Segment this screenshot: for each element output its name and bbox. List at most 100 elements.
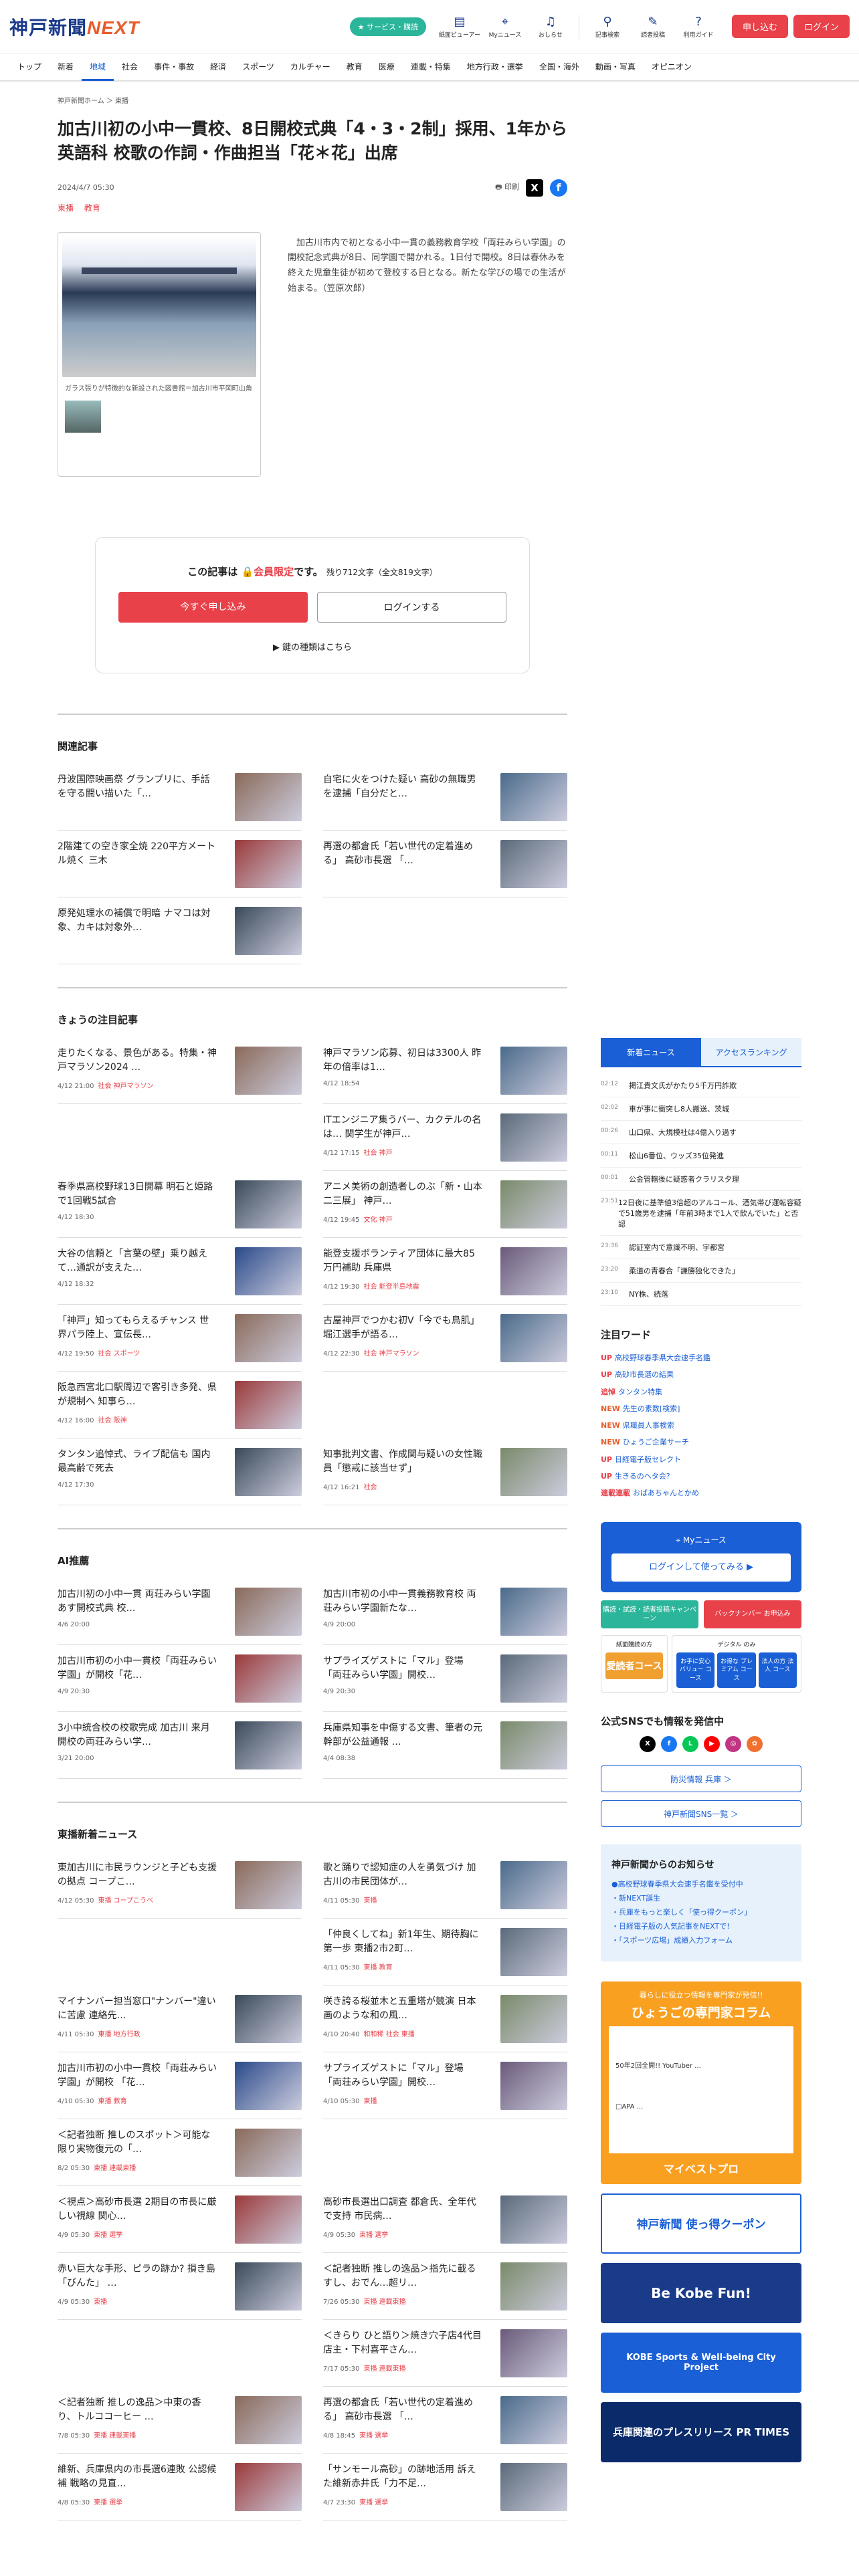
item-thumbnail[interactable] xyxy=(500,1447,567,1496)
sidebar-banner[interactable]: KOBE Sports & Well-being City Project xyxy=(601,2332,801,2393)
list-item[interactable]: ＜記者独断 推しの逸品＞中東の香り、トルココーヒー … 7/8 05:30 東播 連… xyxy=(58,2387,302,2454)
list-item[interactable]: 赤い巨大な手形、ピラの跡か? 損き島「びんた」 … 4/9 05:30 東播 xyxy=(58,2253,302,2320)
list-item[interactable]: 「サンモール高砂」の跡地活用 訴えた維新赤井氏「力不足… 4/7 23:30 東播 … xyxy=(323,2454,567,2520)
item-thumbnail[interactable] xyxy=(235,1180,302,1228)
my-news-login-button[interactable]: ログインして使ってみる ▶ xyxy=(611,1553,791,1582)
list-item[interactable]: ＜記者独断 推しの逸品＞指先に載るすし、おでん…超リ… 7/26 05:30 東播 … xyxy=(323,2253,567,2320)
item-thumbnail[interactable] xyxy=(235,2395,302,2444)
plan-premium[interactable]: お得な プレミアム コース xyxy=(717,1652,756,1689)
item-thumbnail[interactable] xyxy=(500,1927,567,1976)
tag[interactable]: 東播 xyxy=(58,203,74,213)
list-item[interactable]: サプライズゲストに「マル」登場 「両荘みらい学園」開校… 4/10 05:30 東播 xyxy=(323,2052,567,2119)
nav-item[interactable]: 全国・海外 xyxy=(531,53,587,81)
tab-access-ranking[interactable]: アクセスランキング xyxy=(701,1038,801,1067)
login-button[interactable]: ログイン xyxy=(793,15,850,38)
photo-thumbnail[interactable] xyxy=(65,400,101,433)
header-icon-button[interactable]: ▤ 紙面ビューアー xyxy=(438,15,481,39)
list-item[interactable]: 能登支援ボランティア団体に最大85万円補助 兵庫県 4/12 19:30 社会 能登… xyxy=(323,1238,567,1305)
item-thumbnail[interactable] xyxy=(235,1380,302,1429)
keyword-item[interactable]: UP 高砂市長選の結果 xyxy=(601,1366,801,1383)
nav-item[interactable]: 地域 xyxy=(82,53,114,81)
list-item[interactable]: 歌と踊りで認知症の人を勇気づけ 加古川の市民団体が… 4/11 05:30 東播 xyxy=(323,1852,567,1919)
sidebar-banner[interactable]: Be Kobe Fun! xyxy=(601,2262,801,2323)
side-news-item[interactable]: 23:51 12日夜に基準値3倍超のアルコール、酒気帯び運転容疑で51歳男を逮捕「… xyxy=(601,1191,801,1236)
keyword-item[interactable]: UP 高校野球春季県大会速手名鑑 xyxy=(601,1350,801,1366)
item-thumbnail[interactable] xyxy=(235,1860,302,1909)
list-item[interactable]: 加古川市初の小中一貫校「両荘みらい学園」が開校「花… 4/9 20:30 xyxy=(58,1645,302,1712)
item-thumbnail[interactable] xyxy=(235,1994,302,2043)
header-icon-button[interactable]: ♫ おしらせ xyxy=(529,15,572,39)
list-item[interactable]: ＜記者独断 推しのスポット＞可能な限り実物復元の「… 8/2 05:30 東播 連載… xyxy=(58,2119,302,2186)
item-thumbnail[interactable] xyxy=(235,2195,302,2244)
list-item[interactable]: 2階建ての空き家全焼 220平方メートル焼く 三木 xyxy=(58,831,302,897)
item-thumbnail[interactable] xyxy=(500,2395,567,2444)
nav-item[interactable]: スポーツ xyxy=(234,53,282,81)
item-thumbnail[interactable] xyxy=(235,1587,302,1636)
facebook-icon[interactable]: f xyxy=(661,1736,677,1753)
x-icon[interactable]: X xyxy=(640,1736,656,1753)
keyword-item[interactable]: UP 日経電子版セレクト xyxy=(601,1451,801,1468)
item-thumbnail[interactable] xyxy=(500,1721,567,1769)
item-thumbnail[interactable] xyxy=(235,2462,302,2511)
list-item[interactable]: 咲き誇る桜並木と五重塔が競演 日本画のような和の風… 4/10 20:40 和和稀 … xyxy=(323,1985,567,2052)
keyword-item[interactable]: 連載連載 おばあちゃんとかめ xyxy=(601,1485,801,1501)
item-thumbnail[interactable] xyxy=(500,1994,567,2043)
youtube-icon[interactable]: ▶ xyxy=(704,1736,720,1753)
plan-value[interactable]: お手に安心 バリュー コース xyxy=(676,1652,715,1689)
list-item[interactable]: 「神戸」知ってもらえるチャンス 世界パラ陸上、宣伝長… 4/12 19:50 社会 … xyxy=(58,1305,302,1372)
nav-item[interactable]: 地方行政・選挙 xyxy=(459,53,531,81)
item-thumbnail[interactable] xyxy=(500,2462,567,2511)
nav-item[interactable]: 連載・特集 xyxy=(403,53,459,81)
item-thumbnail[interactable] xyxy=(500,1247,567,1295)
item-thumbnail[interactable] xyxy=(235,1721,302,1769)
note-icon[interactable]: ✿ xyxy=(747,1736,763,1753)
nav-item[interactable]: トップ xyxy=(9,53,50,81)
side-news-item[interactable]: 23:10 NY株、続落 xyxy=(601,1283,801,1306)
list-item[interactable]: 自宅に火をつけた疑い 高砂の無職男を逮捕「自分だと… xyxy=(323,764,567,831)
item-thumbnail[interactable] xyxy=(500,1587,567,1636)
breadcrumb[interactable]: 神戸新聞ホーム ＞ 東播 xyxy=(58,82,567,117)
header-icon-button[interactable]: ⚲ 記事検索 xyxy=(586,15,629,39)
service-button[interactable]: ★ サービス・購読 xyxy=(349,17,426,36)
item-thumbnail[interactable] xyxy=(500,1113,567,1162)
nav-item[interactable]: オピニオン xyxy=(644,53,700,81)
item-thumbnail[interactable] xyxy=(235,839,302,888)
list-item[interactable]: 「仲良くしてね」新1年生、期待胸に第一歩 東播2市2町… 4/11 05:30 東播… xyxy=(323,1919,567,1985)
apply-button[interactable]: 今すぐ申し込み xyxy=(118,591,308,623)
item-thumbnail[interactable] xyxy=(500,1654,567,1703)
header-icon-button[interactable]: ? 利用ガイド xyxy=(677,15,720,39)
plan-corporate[interactable]: 法人の方 法人 コース xyxy=(758,1652,797,1689)
sidebar-banner[interactable]: 兵庫関連のプレスリリース PR TIMES xyxy=(601,2401,801,2462)
item-thumbnail[interactable] xyxy=(500,2329,567,2377)
paywall-login-button[interactable]: ログインする xyxy=(316,591,506,623)
item-thumbnail[interactable] xyxy=(500,2061,567,2110)
notice-item[interactable]: ・「スポーツ広場」成績入力フォーム xyxy=(611,1934,791,1948)
nav-item[interactable]: 動画・写真 xyxy=(587,53,644,81)
side-news-item[interactable]: 23:36 認証室内で意識不明、宇都宮 xyxy=(601,1236,801,1259)
item-thumbnail[interactable] xyxy=(235,1313,302,1362)
key-types-link[interactable]: ▶ 鍵の種類はこちら xyxy=(118,640,506,653)
header-icon-button[interactable]: ✎ 読者投稿 xyxy=(632,15,674,39)
signup-button[interactable]: 申し込む xyxy=(731,15,788,38)
item-thumbnail[interactable] xyxy=(500,2195,567,2244)
nav-item[interactable]: 経済 xyxy=(202,53,234,81)
item-thumbnail[interactable] xyxy=(235,1447,302,1496)
notice-item[interactable]: ・新NEXT誕生 xyxy=(611,1892,791,1906)
plan-print[interactable]: 紙面購読の方 愛読者コース xyxy=(601,1634,668,1693)
list-item[interactable]: ＜きらり ひと語り＞焼き穴子店4代目店主・下村喜平さん… 7/17 05:30 東播… xyxy=(323,2320,567,2387)
list-item[interactable]: 走りたくなる、景色がある。特集・神戸マラソン2024 … 4/12 21:00 社会… xyxy=(58,1037,302,1104)
item-thumbnail[interactable] xyxy=(500,772,567,821)
photo-card[interactable]: ガラス張りが特徴的な新設された図書館＝加古川市平岡町山角 xyxy=(58,231,261,477)
sns-list-link[interactable]: 神戸新聞SNS一覧 ＞ xyxy=(601,1800,801,1828)
item-thumbnail[interactable] xyxy=(235,906,302,955)
list-item[interactable]: 古屋神戸でつかむ初V「今でも鳥肌」 堀江選手が語る… 4/12 22:30 社会 神… xyxy=(323,1305,567,1372)
tag[interactable]: 教育 xyxy=(84,203,100,213)
item-thumbnail[interactable] xyxy=(500,1313,567,1362)
list-item[interactable]: 加古川初の小中一貫 両荘みらい学園 あす開校式典 校… 4/6 20:00 xyxy=(58,1578,302,1645)
item-thumbnail[interactable] xyxy=(500,839,567,888)
header-icon-button[interactable]: ⌖ Myニュース xyxy=(484,15,527,39)
nav-item[interactable]: 社会 xyxy=(114,53,146,81)
list-item[interactable]: 原発処理水の補償で明暗 ナマコは対象、カキは対象外… xyxy=(58,897,302,964)
expert-column-ad[interactable]: 暮らしに役立つ情報を専門家が発信!! ひょうごの専門家コラム 50年2回全開!!… xyxy=(601,1981,801,2184)
list-item[interactable]: 阪急西宮北口駅周辺で客引き多発、県が規制へ 知事ら… 4/12 16:00 社会 阪… xyxy=(58,1372,302,1438)
